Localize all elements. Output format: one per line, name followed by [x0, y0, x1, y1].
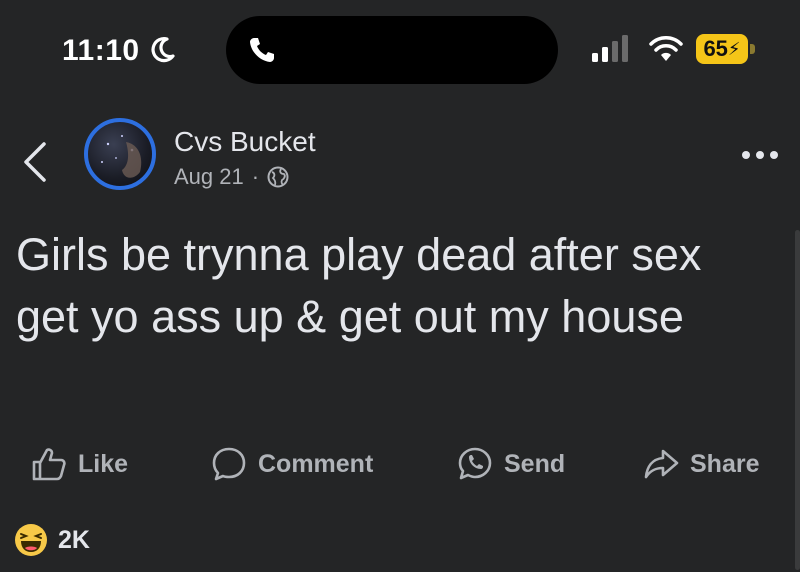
- whatsapp-icon: [458, 447, 492, 480]
- share-arrow-icon: [644, 449, 679, 479]
- comment-label: Comment: [258, 449, 374, 478]
- thumbs-up-icon: [32, 448, 66, 481]
- back-chevron-icon[interactable]: [20, 140, 50, 184]
- post-actions: Like Comment Send Share: [0, 440, 800, 490]
- battery-level: 65 ⚡: [696, 34, 748, 64]
- post-author-name[interactable]: Cvs Bucket: [174, 126, 316, 158]
- haha-emoji-icon: [15, 524, 47, 556]
- post-header: Cvs Bucket Aug 21 ·: [0, 110, 800, 200]
- share-button[interactable]: Share: [642, 440, 759, 488]
- globe-icon: [267, 166, 289, 188]
- post-meta: Aug 21 ·: [174, 164, 289, 190]
- post-date[interactable]: Aug 21: [174, 164, 244, 190]
- charging-bolt-icon: ⚡: [727, 38, 741, 59]
- status-time: 11:10: [62, 34, 140, 67]
- dynamic-island[interactable]: [226, 16, 558, 84]
- send-button[interactable]: Send: [456, 440, 565, 488]
- send-label: Send: [504, 449, 566, 478]
- status-bar: 11:10 65 ⚡: [0, 0, 800, 100]
- more-options-icon[interactable]: [740, 148, 780, 162]
- like-label: Like: [78, 449, 129, 478]
- post-text: Girls be trynna play dead after sex get …: [16, 229, 702, 342]
- moon-icon: [151, 37, 175, 63]
- battery-indicator: 65 ⚡: [696, 34, 758, 64]
- like-button[interactable]: Like: [30, 440, 128, 488]
- meta-separator: ·: [251, 164, 260, 189]
- share-label: Share: [690, 449, 760, 478]
- avatar[interactable]: [84, 118, 156, 190]
- comment-bubble-icon: [212, 447, 246, 481]
- avatar-image-icon: [101, 135, 142, 178]
- comment-button[interactable]: Comment: [210, 440, 373, 488]
- battery-tip: [750, 44, 755, 54]
- cellular-signal-icon: [592, 35, 628, 62]
- reaction-summary[interactable]: 2K: [14, 520, 90, 560]
- phone-icon: [250, 38, 274, 62]
- scrollbar[interactable]: [795, 230, 800, 570]
- wifi-icon: [649, 36, 683, 61]
- reaction-count: 2K: [58, 525, 90, 554]
